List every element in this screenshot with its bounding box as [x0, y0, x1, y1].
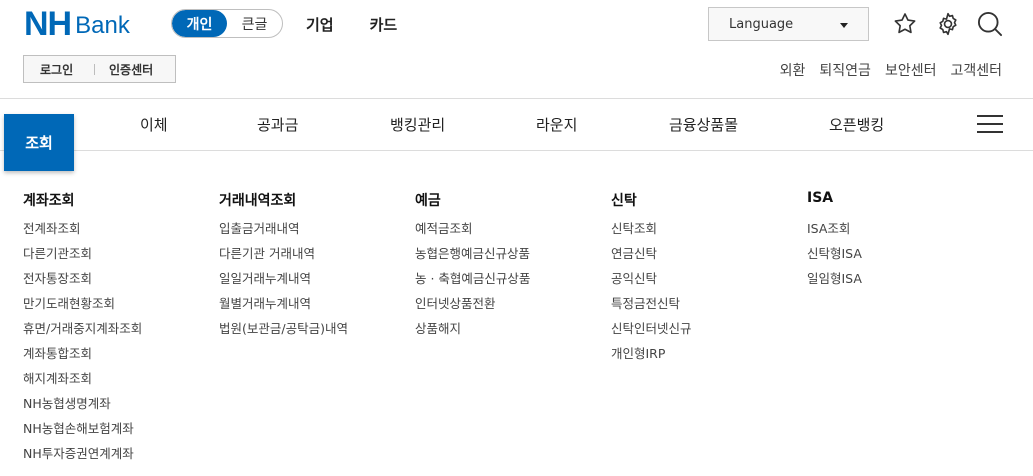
gnb-divider	[0, 150, 1033, 151]
menu-item[interactable]: NH투자증권연계계좌	[23, 445, 142, 470]
logo-bank-text: Bank	[75, 11, 130, 39]
mode-personal-button[interactable]: 개인	[172, 10, 227, 37]
favorite-star-icon[interactable]	[890, 9, 920, 39]
menu-column-transactions: 거래내역조회 입출금거래내역 다른기관 거래내역 일일거래누계내역 월별거래누계…	[219, 190, 348, 345]
settings-gear-icon[interactable]	[933, 9, 963, 39]
menu-column-title[interactable]: 예금	[415, 190, 530, 210]
caret-down-icon	[840, 23, 848, 28]
logo-nh-text: NH	[24, 5, 72, 43]
menu-column-accounts: 계좌조회 전계좌조회 다른기관조회 전자통장조회 만기도래현황조회 휴면/거래중…	[23, 190, 142, 470]
menu-item[interactable]: 해지계좌조회	[23, 370, 142, 395]
menu-item[interactable]: 인터넷상품전환	[415, 295, 530, 320]
menu-column-title[interactable]: 신탁	[611, 190, 692, 210]
top-nav-corporate[interactable]: 기업	[306, 14, 334, 35]
menu-column-title[interactable]: 계좌조회	[23, 190, 142, 210]
menu-item[interactable]: 휴면/거래중지계좌조회	[23, 320, 142, 345]
menu-item[interactable]: 계좌통합조회	[23, 345, 142, 370]
menu-item[interactable]: 월별거래누계내역	[219, 295, 348, 320]
language-select-label: Language	[729, 16, 794, 32]
menu-item[interactable]: 농 · 축협예금신규상품	[415, 270, 530, 295]
login-button[interactable]: 로그인	[24, 61, 94, 78]
gnb-banking-management-tab[interactable]: 뱅킹관리	[390, 114, 445, 135]
language-select[interactable]: Language	[708, 7, 869, 41]
top-nav-card[interactable]: 카드	[370, 14, 398, 35]
login-divider	[94, 63, 95, 75]
nh-bank-logo[interactable]: NH Bank	[24, 6, 130, 42]
menu-item[interactable]: 신탁인터넷신규	[611, 320, 692, 345]
menu-item[interactable]: 법원(보관금/공탁금)내역	[219, 320, 348, 345]
top-nav: 기업 카드	[306, 14, 397, 35]
gnb-open-banking-tab[interactable]: 오픈뱅킹	[829, 114, 884, 135]
login-box: 로그인 인증센터	[23, 55, 176, 83]
utility-nav: 외환 퇴직연금 보안센터 고객센터	[780, 60, 1002, 80]
menu-item[interactable]: 농협은행예금신규상품	[415, 245, 530, 270]
menu-item[interactable]: 예적금조회	[415, 220, 530, 245]
menu-item[interactable]: 상품해지	[415, 320, 530, 345]
gnb-lounge-tab[interactable]: 라운지	[536, 114, 577, 135]
menu-item[interactable]: 전자통장조회	[23, 270, 142, 295]
util-customer-center[interactable]: 고객센터	[950, 60, 1002, 80]
menu-item[interactable]: ISA조회	[807, 220, 862, 245]
util-security-center[interactable]: 보안센터	[885, 60, 937, 80]
menu-column-deposits: 예금 예적금조회 농협은행예금신규상품 농 · 축협예금신규상품 인터넷상품전환…	[415, 190, 530, 345]
gnb-inquiry-tab[interactable]: 조회	[4, 114, 74, 171]
menu-item[interactable]: 연금신탁	[611, 245, 692, 270]
menu-item[interactable]: 일임형ISA	[807, 270, 862, 295]
util-foreign-exchange[interactable]: 외환	[780, 60, 806, 80]
search-icon[interactable]	[975, 9, 1005, 39]
menu-column-trust: 신탁 신탁조회 연금신탁 공익신탁 특정금전신탁 신탁인터넷신규 개인형IRP	[611, 190, 692, 370]
gnb-transfer-tab[interactable]: 이체	[140, 114, 168, 135]
menu-item[interactable]: 전계좌조회	[23, 220, 142, 245]
menu-column-title[interactable]: ISA	[807, 190, 862, 210]
menu-item[interactable]: NH농협손해보험계좌	[23, 420, 142, 445]
menu-column-isa: ISA ISA조회 신탁형ISA 일임형ISA	[807, 190, 862, 295]
menu-item[interactable]: 입출금거래내역	[219, 220, 348, 245]
menu-item[interactable]: 신탁형ISA	[807, 245, 862, 270]
mode-large-text-button[interactable]: 큰글	[227, 10, 282, 37]
header-divider	[0, 98, 1033, 99]
menu-column-title[interactable]: 거래내역조회	[219, 190, 348, 210]
util-pension[interactable]: 퇴직연금	[819, 60, 871, 80]
menu-item[interactable]: 다른기관 거래내역	[219, 245, 348, 270]
menu-item[interactable]: 신탁조회	[611, 220, 692, 245]
gnb-utility-bills-tab[interactable]: 공과금	[257, 114, 298, 135]
gnb-product-mall-tab[interactable]: 금융상품몰	[669, 114, 738, 135]
menu-item[interactable]: 특정금전신탁	[611, 295, 692, 320]
menu-item[interactable]: 다른기관조회	[23, 245, 142, 270]
mode-toggle: 개인 큰글	[171, 9, 283, 38]
menu-item[interactable]: 개인형IRP	[611, 345, 692, 370]
menu-item[interactable]: 일일거래누계내역	[219, 270, 348, 295]
menu-item[interactable]: 만기도래현황조회	[23, 295, 142, 320]
hamburger-menu-icon[interactable]	[977, 113, 1003, 135]
menu-item[interactable]: 공익신탁	[611, 270, 692, 295]
cert-center-button[interactable]: 인증센터	[109, 61, 153, 78]
menu-item[interactable]: NH농협생명계좌	[23, 395, 142, 420]
